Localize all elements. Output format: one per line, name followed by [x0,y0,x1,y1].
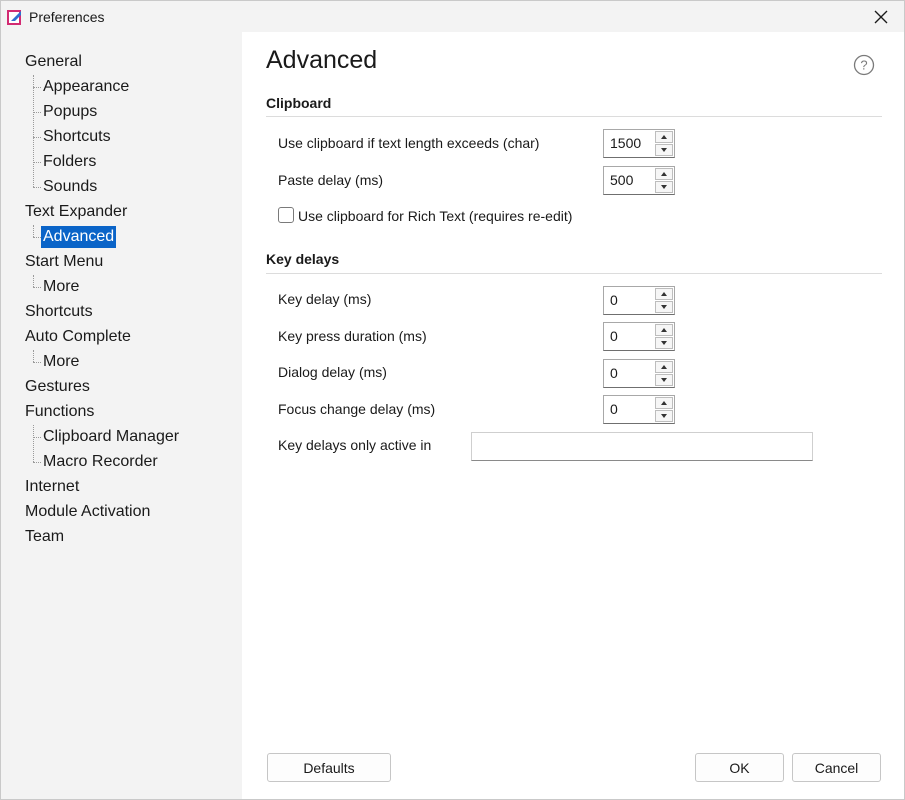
tree-connector [33,287,41,288]
rich-text-checkbox[interactable] [278,207,294,223]
clipboard-threshold-spinbox[interactable]: 1500 [603,129,675,158]
sidebar-item-gestures[interactable]: Gestures [23,376,92,398]
ok-button[interactable]: OK [695,753,784,782]
sidebar-item-functions[interactable]: Functions [23,401,96,423]
settings-panel: Advanced ? Clipboard Use clipboard if te… [242,32,904,799]
dialog-delay-label: Dialog delay (ms) [278,364,387,380]
key-press-duration-spinbox[interactable]: 0 [603,322,675,351]
arrow-up-icon [661,401,667,405]
page-title: Advanced [266,46,378,74]
active-in-input[interactable] [471,432,813,461]
sidebar-item-auto-complete-more[interactable]: More [41,351,81,373]
sidebar-item-internet[interactable]: Internet [23,476,81,498]
sidebar-item-folders[interactable]: Folders [41,151,98,173]
spin-down-button[interactable] [655,374,673,386]
sidebar-item-advanced[interactable]: Advanced [41,226,117,248]
tree-connector [33,225,34,237]
sidebar-item-popups[interactable]: Popups [41,101,99,123]
spin-up-button[interactable] [655,288,673,300]
close-icon [874,10,888,24]
tree-connector [33,237,41,238]
clipboard-threshold-value[interactable]: 1500 [610,135,641,151]
paste-delay-value[interactable]: 500 [610,172,633,188]
active-in-label: Key delays only active in [278,437,432,453]
sidebar-item-shortcuts[interactable]: Shortcuts [23,301,95,323]
tree-connector [33,187,41,188]
defaults-button[interactable]: Defaults [267,753,391,782]
paste-delay-spinbox[interactable]: 500 [603,166,675,195]
key-delays-section-heading: Key delays [266,251,340,267]
sidebar-item-general[interactable]: General [23,51,84,73]
arrow-up-icon [661,135,667,139]
dialog-delay-value[interactable]: 0 [610,365,618,381]
sidebar-item-start-menu[interactable]: Start Menu [23,251,105,273]
spin-down-button[interactable] [655,301,673,313]
sidebar-item-start-menu-more[interactable]: More [41,276,81,298]
sidebar-item-general-shortcuts[interactable]: Shortcuts [41,126,113,148]
spin-up-button[interactable] [655,131,673,143]
arrow-up-icon [661,365,667,369]
close-button[interactable] [864,3,898,31]
arrow-down-icon [661,378,667,382]
sidebar-item-text-expander[interactable]: Text Expander [23,201,129,223]
tree-connector [33,425,34,462]
clipboard-section-heading: Clipboard [266,95,332,111]
tree-connector [33,137,41,138]
sidebar-item-appearance[interactable]: Appearance [41,76,131,98]
rich-text-checkbox-label[interactable]: Use clipboard for Rich Text (requires re… [298,208,572,224]
section-divider [266,116,882,117]
tree-connector [33,162,41,163]
svg-text:?: ? [860,58,867,73]
focus-change-delay-spinbox[interactable]: 0 [603,395,675,424]
app-logo-icon [7,10,21,25]
arrow-up-icon [661,328,667,332]
tree-connector [33,350,34,362]
clipboard-threshold-label: Use clipboard if text length exceeds (ch… [278,135,540,151]
key-delay-value[interactable]: 0 [610,292,618,308]
spin-down-button[interactable] [655,337,673,349]
help-icon[interactable]: ? [853,54,875,76]
key-delay-label: Key delay (ms) [278,291,372,307]
dialog-delay-spinbox[interactable]: 0 [603,359,675,388]
key-delay-spinbox[interactable]: 0 [603,286,675,315]
spin-up-button[interactable] [655,324,673,336]
spin-up-button[interactable] [655,361,673,373]
arrow-down-icon [661,414,667,418]
sidebar-tree: General Appearance Popups Shortcuts Fold… [1,32,242,799]
window-title: Preferences [29,9,105,25]
sidebar-item-macro-recorder[interactable]: Macro Recorder [41,451,160,473]
key-press-duration-value[interactable]: 0 [610,328,618,344]
key-press-duration-label: Key press duration (ms) [278,328,427,344]
spin-down-button[interactable] [655,410,673,422]
sidebar-item-auto-complete[interactable]: Auto Complete [23,326,133,348]
tree-connector [33,112,41,113]
tree-connector [33,437,41,438]
tree-connector [33,75,34,187]
section-divider [266,273,882,274]
tree-connector [33,362,41,363]
arrow-up-icon [661,292,667,296]
paste-delay-label: Paste delay (ms) [278,172,384,188]
cancel-button[interactable]: Cancel [792,753,881,782]
focus-change-delay-value[interactable]: 0 [610,401,618,417]
focus-change-delay-label: Focus change delay (ms) [278,401,436,417]
sidebar-item-module-activation[interactable]: Module Activation [23,501,152,523]
arrow-up-icon [661,172,667,176]
tree-connector [33,87,41,88]
spin-down-button[interactable] [655,144,673,156]
tree-connector [33,275,34,287]
arrow-down-icon [661,185,667,189]
sidebar-item-team[interactable]: Team [23,526,66,548]
sidebar-item-clipboard-manager[interactable]: Clipboard Manager [41,426,181,448]
preferences-window: Preferences General Appearance Popups Sh… [0,0,905,800]
arrow-down-icon [661,305,667,309]
spin-up-button[interactable] [655,397,673,409]
title-bar: Preferences [1,1,904,32]
arrow-down-icon [661,341,667,345]
tree-connector [33,462,41,463]
arrow-down-icon [661,148,667,152]
sidebar-item-sounds[interactable]: Sounds [41,176,99,198]
spin-down-button[interactable] [655,181,673,193]
spin-up-button[interactable] [655,168,673,180]
